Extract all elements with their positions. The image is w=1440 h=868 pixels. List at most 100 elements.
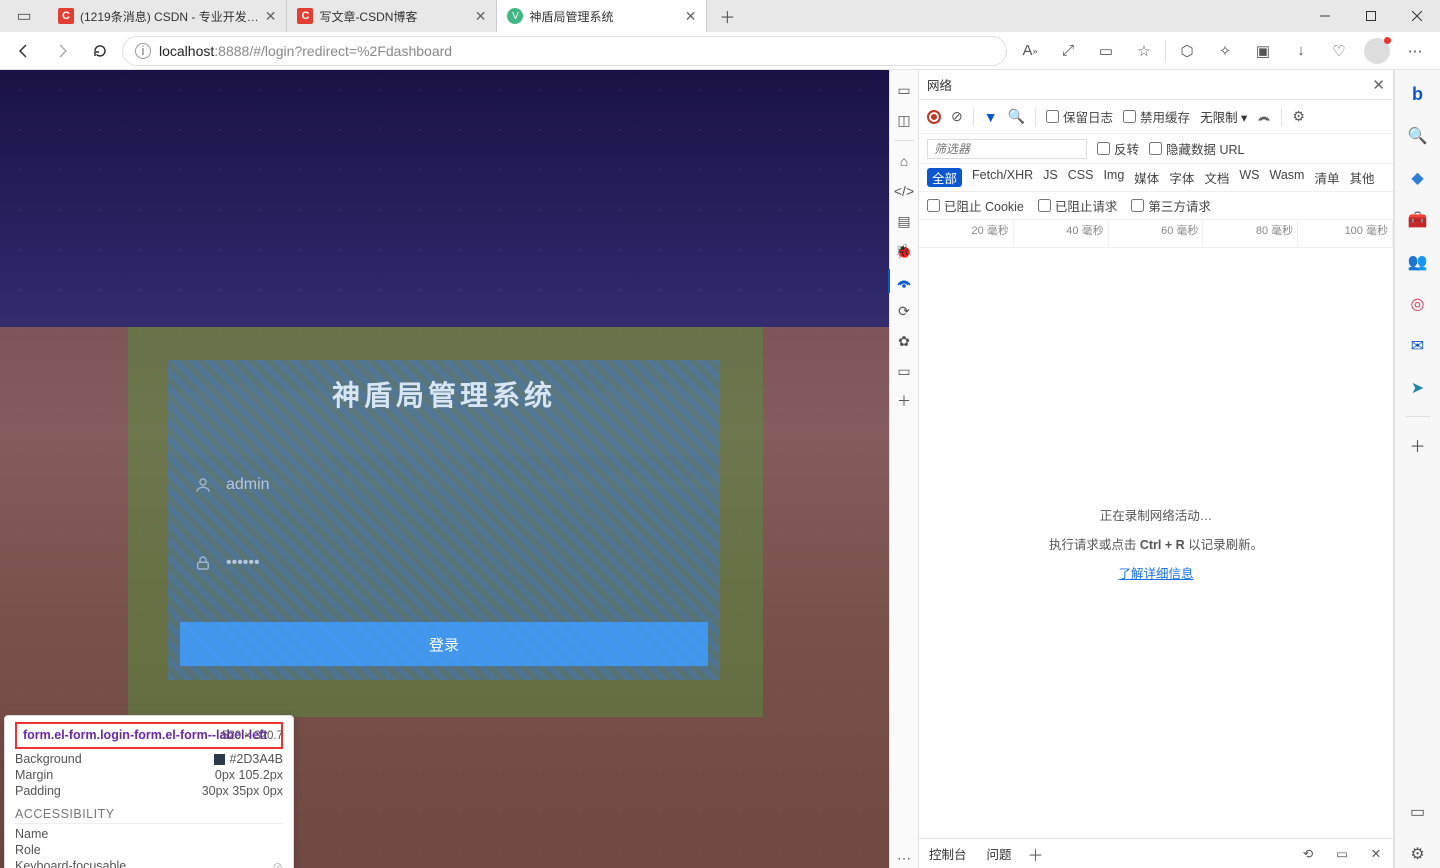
close-icon[interactable]: ✕ [475, 8, 487, 25]
third-party-checkbox[interactable]: 第三方请求 [1131, 196, 1211, 215]
outlook-icon[interactable]: ✉ [1404, 332, 1432, 360]
send-icon[interactable]: ➤ [1404, 374, 1432, 402]
new-tab-button[interactable]: ＋ [707, 0, 747, 32]
inspect-acc-header: ACCESSIBILITY [15, 807, 283, 824]
filter-input[interactable] [927, 139, 1087, 159]
url-field[interactable]: i localhost:8888/#/login?redirect=%2Fdas… [122, 36, 1007, 66]
filter-type-ws[interactable]: WS [1239, 168, 1259, 187]
filter-type-doc[interactable]: 文档 [1204, 168, 1229, 187]
application-tab-icon[interactable]: ▭ [894, 361, 914, 381]
office-icon[interactable]: ◎ [1404, 290, 1432, 318]
maximize-button[interactable] [1348, 0, 1394, 32]
filter-type-media[interactable]: 媒体 [1134, 168, 1159, 187]
collections-icon[interactable]: ▣ [1246, 35, 1280, 67]
reading-mode-icon[interactable]: ▭ [1089, 35, 1123, 67]
close-window-button[interactable] [1394, 0, 1440, 32]
search-icon[interactable]: 🔍 [1404, 122, 1432, 150]
throttle-select[interactable]: 无限制 ▾ [1200, 107, 1247, 126]
site-info-icon[interactable]: i [135, 43, 151, 59]
login-button[interactable]: 登录 [180, 622, 708, 666]
devtools-close-icon[interactable]: ✕ [1372, 76, 1385, 94]
filter-type-fetch[interactable]: Fetch/XHR [972, 168, 1033, 187]
add-tab-icon[interactable]: ＋ [894, 391, 914, 411]
learn-more-link[interactable]: 了解详细信息 [1118, 563, 1193, 582]
browser-tab-2[interactable]: V 神盾局管理系统 ✕ [497, 0, 707, 32]
tab-actions-icon[interactable]: ▭ [0, 0, 48, 32]
footer-responsive-icon[interactable]: ⟲ [1297, 846, 1319, 861]
browser-tab-1[interactable]: C 写文章-CSDN博客 ✕ [287, 0, 497, 32]
performance-tab-icon[interactable]: ⟳ [894, 301, 914, 321]
close-icon[interactable]: ✕ [265, 8, 277, 25]
invert-checkbox[interactable]: 反转 [1097, 139, 1139, 158]
favorite-icon[interactable]: ☆ [1127, 35, 1161, 67]
footer-close-drawer-icon[interactable]: ✕ [1365, 846, 1387, 861]
blocked-req-checkbox[interactable]: 已阻止请求 [1038, 196, 1118, 215]
favorites-bar-icon[interactable]: ✧ [1208, 35, 1242, 67]
shopping-icon[interactable]: ◆ [1404, 164, 1432, 192]
record-button-icon[interactable] [927, 110, 941, 124]
games-icon[interactable]: 👥 [1404, 248, 1432, 276]
filter-type-js[interactable]: JS [1043, 168, 1058, 187]
filter-type-font[interactable]: 字体 [1169, 168, 1194, 187]
sources-tab-icon[interactable]: ▤ [894, 211, 914, 231]
disable-cache-checkbox[interactable]: 禁用缓存 [1123, 107, 1190, 126]
filter-type-manifest[interactable]: 清单 [1314, 168, 1339, 187]
search-icon[interactable]: 🔍 [1008, 108, 1025, 125]
inspect-acc-role-label: Role [15, 843, 41, 857]
filter-type-all[interactable]: 全部 [927, 168, 962, 187]
elements-tab-icon[interactable]: </> [894, 181, 914, 201]
filter-type-img[interactable]: Img [1103, 168, 1124, 187]
downloads-icon[interactable]: ↓ [1284, 35, 1318, 67]
forward-button [46, 35, 78, 67]
footer-device-icon[interactable]: ▭ [1331, 846, 1353, 861]
filter-type-css[interactable]: CSS [1068, 168, 1094, 187]
filter-icon[interactable]: ▼ [984, 109, 998, 125]
close-icon[interactable]: ✕ [685, 8, 697, 25]
empty-line-2: 执行请求或点击 Ctrl + R 以记录刷新。 [1049, 534, 1263, 553]
more-icon[interactable]: ⋯ [1398, 35, 1432, 67]
login-title: 神盾局管理系统 [180, 374, 708, 414]
edge-sidebar: b 🔍 ◆ 🧰 👥 ◎ ✉ ➤ ＋ ▭ ⚙ [1394, 70, 1440, 868]
network-tab-icon[interactable] [894, 271, 914, 291]
clear-icon[interactable]: ⊘ [951, 108, 963, 125]
invert-label: 反转 [1114, 139, 1139, 158]
refresh-button[interactable] [84, 35, 116, 67]
footer-tab-console[interactable]: 控制台 [925, 843, 971, 865]
footer-tab-issues[interactable]: 问题 [983, 843, 1016, 865]
more-tools-icon[interactable]: ⋯ [894, 848, 914, 868]
url-path: /#/login?redirect=%2Fdashboard [249, 43, 452, 59]
settings-icon[interactable]: ⚙ [1292, 108, 1305, 125]
profile-avatar[interactable] [1360, 35, 1394, 67]
footer-add-icon[interactable]: ＋ [1028, 842, 1044, 866]
performance-icon[interactable]: ♡ [1322, 35, 1356, 67]
sidebar-settings-icon[interactable]: ⚙ [1404, 840, 1432, 868]
user-icon [194, 476, 212, 494]
zoom-out-icon[interactable]: ⤢ [1051, 35, 1085, 67]
network-conditions-icon[interactable] [1257, 110, 1271, 124]
browser-tab-0[interactable]: C (1219条消息) CSDN - 专业开发… ✕ [48, 0, 287, 32]
extensions-icon[interactable]: ⬡ [1170, 35, 1204, 67]
timeline[interactable]: 20 毫秒 40 毫秒 60 毫秒 80 毫秒 100 毫秒 [919, 220, 1393, 248]
toggle-dock-icon[interactable]: ◫ [894, 110, 914, 130]
welcome-tab-icon[interactable]: ⌂ [894, 151, 914, 171]
sidebar-collapse-icon[interactable]: ▭ [1404, 798, 1432, 826]
back-button[interactable] [8, 35, 40, 67]
filter-type-other[interactable]: 其他 [1349, 168, 1374, 187]
tools-icon[interactable]: 🧰 [1404, 206, 1432, 234]
preserve-log-checkbox[interactable]: 保留日志 [1046, 107, 1113, 126]
password-input[interactable]: •••••• [226, 554, 260, 572]
hide-data-url-checkbox[interactable]: 隐藏数据 URL [1149, 139, 1244, 158]
blocked-cookie-checkbox[interactable]: 已阻止 Cookie [927, 196, 1024, 215]
toggle-device-icon[interactable]: ▭ [894, 80, 914, 100]
add-app-icon[interactable]: ＋ [1404, 431, 1432, 459]
bing-icon[interactable]: b [1404, 80, 1432, 108]
username-row: admin [180, 476, 708, 494]
memory-tab-icon[interactable]: ✿ [894, 331, 914, 351]
debugger-tab-icon[interactable]: 🐞 [894, 241, 914, 261]
read-aloud-icon[interactable]: A» [1013, 35, 1047, 67]
minimize-button[interactable] [1302, 0, 1348, 32]
divider [973, 108, 974, 126]
username-input[interactable]: admin [226, 476, 270, 494]
divider [1406, 416, 1430, 417]
filter-type-wasm[interactable]: Wasm [1269, 168, 1304, 187]
